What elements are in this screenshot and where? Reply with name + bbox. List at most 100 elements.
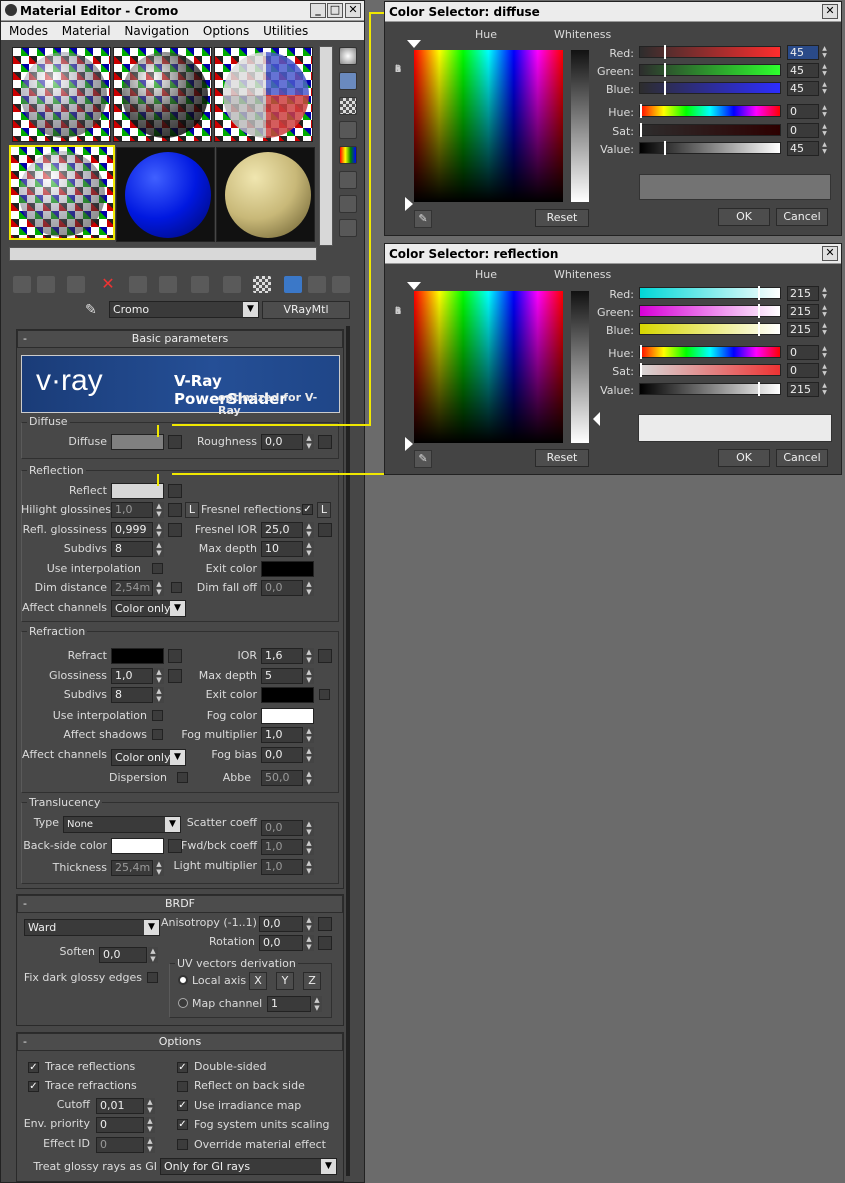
chevron-down-icon[interactable]: ▼	[321, 1159, 336, 1174]
value-spinner-arrows[interactable]: ▲ ▼	[820, 141, 829, 156]
whiteness-bar[interactable]	[571, 291, 589, 443]
sample-type-icon[interactable]	[339, 47, 357, 65]
menu-options[interactable]: Options	[203, 24, 249, 38]
cutoff-arrows[interactable]: ▲ ▼	[145, 1098, 155, 1114]
material-name-field[interactable]: Cromo ▼	[109, 301, 259, 318]
fog-multiplier-spinner[interactable]: 1,0	[261, 727, 303, 743]
red-value-field[interactable]: 45	[787, 45, 819, 60]
close-button[interactable]: ✕	[822, 4, 838, 19]
ior-spinner[interactable]: 1,6	[261, 648, 303, 664]
refr-use-interpolation-checkbox[interactable]	[152, 710, 163, 721]
refl-affect-channels-dropdown[interactable]: Color only ▼	[111, 600, 186, 617]
dim-distance-spinner[interactable]: 2,54m	[111, 580, 153, 596]
affect-shadows-checkbox[interactable]	[152, 729, 163, 740]
anisotropy-spinner[interactable]: 0,0	[259, 916, 303, 932]
refr-exit-color-swatch[interactable]	[261, 687, 314, 703]
video-color-check-icon[interactable]	[339, 146, 357, 164]
value-slider[interactable]	[639, 141, 781, 155]
refl-use-interpolation-checkbox[interactable]	[152, 563, 163, 574]
diffuse-map-button[interactable]	[168, 435, 182, 449]
minimize-button[interactable]: _	[310, 3, 326, 18]
slots-scrollbar-h[interactable]	[9, 247, 317, 261]
red-spinner-arrows[interactable]: ▲ ▼	[820, 286, 829, 301]
trace-reflections-checkbox[interactable]: ✓	[28, 1062, 39, 1073]
close-button[interactable]: ✕	[822, 246, 838, 261]
refr-subdivs-arrows[interactable]: ▲ ▼	[154, 687, 164, 703]
sample-slot-5[interactable]	[116, 147, 215, 242]
refl-exit-color-swatch[interactable]	[261, 561, 314, 577]
effect-id-arrows[interactable]: ▲ ▼	[145, 1137, 155, 1153]
roughness-map-button[interactable]	[318, 435, 332, 449]
eyedropper-icon[interactable]: ✎	[414, 450, 432, 468]
treat-glossy-dropdown[interactable]: Only for GI rays ▼	[160, 1158, 337, 1175]
rollout-header[interactable]: - BRDF	[17, 895, 343, 913]
translucency-type-dropdown[interactable]: None ▼	[63, 816, 181, 833]
rotation-spinner[interactable]: 0,0	[259, 935, 303, 951]
blue-spinner-arrows[interactable]: ▲ ▼	[820, 81, 829, 96]
ok-button[interactable]: OK	[718, 208, 770, 226]
rollout-header[interactable]: - Basic parameters	[17, 330, 343, 348]
reset-button[interactable]: Reset	[535, 209, 589, 227]
uv-tiling-icon[interactable]	[339, 121, 357, 139]
backlight-icon[interactable]	[339, 72, 357, 90]
hue-pointer-icon[interactable]	[407, 40, 421, 48]
put-to-scene-icon[interactable]	[37, 276, 55, 293]
get-material-icon[interactable]	[13, 276, 31, 293]
soften-arrows[interactable]: ▲ ▼	[148, 947, 158, 963]
blackness-pointer-icon[interactable]	[405, 197, 413, 211]
menu-navigation[interactable]: Navigation	[124, 24, 189, 38]
hilight-lock-button[interactable]: L	[185, 502, 199, 518]
dim-falloff-arrows[interactable]: ▲ ▼	[304, 580, 314, 596]
back-side-color-swatch[interactable]	[111, 838, 164, 854]
ok-button[interactable]: OK	[718, 449, 770, 467]
options-icon[interactable]	[339, 195, 357, 213]
refl-glossiness-map-button[interactable]	[168, 523, 182, 537]
sat-slider[interactable]	[639, 123, 781, 137]
hilight-map-button[interactable]	[168, 503, 182, 517]
scatter-coeff-spinner[interactable]: 0,0	[261, 820, 303, 836]
light-multiplier-arrows[interactable]: ▲ ▼	[304, 859, 314, 875]
cancel-button[interactable]: Cancel	[776, 208, 828, 226]
value-value-field[interactable]: 215	[787, 382, 819, 397]
chevron-down-icon[interactable]: ▼	[165, 817, 180, 832]
local-axis-radio[interactable]: Local axis	[178, 974, 246, 987]
value-spinner-arrows[interactable]: ▲ ▼	[820, 382, 829, 397]
scatter-coeff-arrows[interactable]: ▲ ▼	[304, 820, 314, 836]
green-value-field[interactable]: 215	[787, 304, 819, 319]
fog-units-scaling-checkbox[interactable]: ✓	[177, 1119, 188, 1130]
thickness-spinner[interactable]: 25,4m	[111, 860, 153, 876]
blue-slider[interactable]	[639, 322, 781, 336]
chevron-down-icon[interactable]: ▼	[144, 920, 159, 935]
refr-affect-channels-dropdown[interactable]: Color only ▼	[111, 749, 186, 766]
fresnel-ior-map-button[interactable]	[318, 523, 332, 537]
blue-value-field[interactable]: 215	[787, 322, 819, 337]
fresnel-lock-button[interactable]: L	[317, 502, 331, 518]
sat-value-field[interactable]: 0	[787, 363, 819, 378]
select-by-material-icon[interactable]	[339, 219, 357, 237]
menu-material[interactable]: Material	[62, 24, 111, 38]
light-multiplier-spinner[interactable]: 1,0	[261, 859, 303, 875]
env-priority-arrows[interactable]: ▲ ▼	[145, 1117, 155, 1133]
hue-slider[interactable]	[639, 104, 781, 118]
whiteness-bar[interactable]	[571, 50, 589, 202]
fog-multiplier-arrows[interactable]: ▲ ▼	[304, 727, 314, 743]
refl-glossiness-arrows[interactable]: ▲ ▼	[154, 522, 164, 538]
green-spinner-arrows[interactable]: ▲ ▼	[820, 304, 829, 319]
reflect-map-button[interactable]	[168, 484, 182, 498]
whiteness-pointer-icon[interactable]	[593, 412, 600, 426]
fresnel-reflections-checkbox[interactable]: ✓	[302, 504, 313, 515]
fix-dark-glossy-checkbox[interactable]	[147, 972, 158, 983]
menu-modes[interactable]: Modes	[9, 24, 48, 38]
refl-maxdepth-spinner[interactable]: 10	[261, 541, 303, 557]
slots-scrollbar-v[interactable]	[319, 46, 333, 246]
roughness-spinner[interactable]: 0,0	[261, 434, 303, 450]
make-preview-icon[interactable]	[339, 171, 357, 189]
refr-exit-color-checkbox[interactable]	[319, 689, 330, 700]
blue-slider[interactable]	[639, 81, 781, 95]
material-type-button[interactable]: VRayMtl	[262, 301, 350, 319]
green-slider[interactable]	[639, 304, 781, 318]
double-sided-checkbox[interactable]: ✓	[177, 1062, 188, 1073]
axis-z-button[interactable]: Z	[303, 972, 321, 990]
dim-distance-checkbox[interactable]	[171, 582, 182, 593]
fog-bias-spinner[interactable]: 0,0	[261, 747, 303, 763]
